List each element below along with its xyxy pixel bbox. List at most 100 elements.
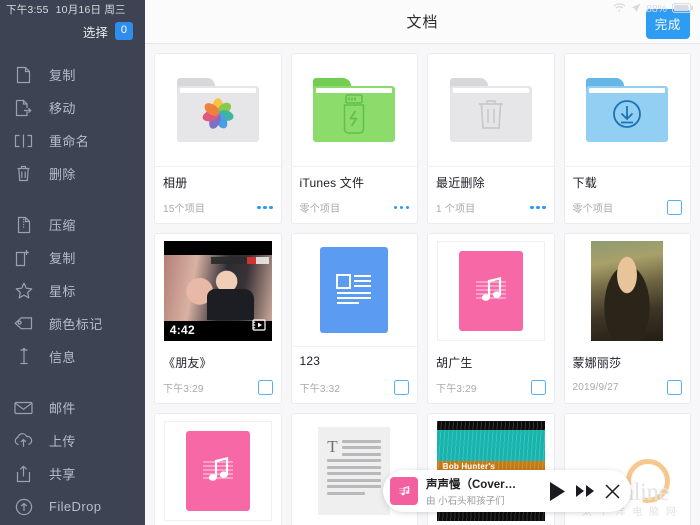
sidebar-item-move[interactable]: 移动 [0,91,145,124]
done-button[interactable]: 完成 [646,9,690,39]
menu-divider [0,190,145,208]
item-meta: 零个项目 [300,200,341,215]
item-checkbox[interactable] [667,200,682,215]
sidebar-item-delete[interactable]: 删除 [0,157,145,190]
sidebar-item-duplicate[interactable]: 复制 [0,241,145,274]
item-checkbox[interactable] [258,380,273,395]
item-name: iTunes 文件 [300,174,410,191]
more-options-icon[interactable] [394,206,410,210]
file-grid: 相册 15个项目 [145,44,700,525]
item-checkbox[interactable] [394,380,409,395]
download-arrow-icon [610,97,644,131]
mini-player[interactable]: 声声慢（Cover… 由 小石头和孩子们 [383,470,631,512]
sidebar-item-share[interactable]: 共享 [0,457,145,490]
select-row[interactable]: 选择 0 [0,18,145,44]
item-meta: 1 个项目 [436,200,475,215]
music-note-icon [459,251,523,331]
sidebar-item-info[interactable]: 信息 [0,340,145,373]
rename-brackets-icon [14,131,33,150]
item-name: 《朋友》 [163,354,273,371]
status-date: 10月16日 周三 [56,2,126,17]
card-thumbnail [428,54,554,167]
top-bar: 文档 完成 [145,0,700,44]
card-body: 最近删除 [428,167,554,199]
blue-document-icon [320,247,388,333]
sidebar-item-compress[interactable]: 压缩 [0,208,145,241]
item-checkbox[interactable] [667,380,682,395]
item-meta: 15个项目 [163,200,205,215]
sidebar-item-label: 上传 [49,431,76,450]
card-footer: 2019/9/27 [565,379,691,403]
sidebar-item-star[interactable]: 星标 [0,274,145,307]
envelope-icon [14,398,33,417]
star-icon [14,281,33,300]
card-body: 相册 [155,167,281,199]
text-T-glyph: T [327,440,337,454]
player-metadata: 声声慢（Cover… 由 小石头和孩子们 [426,476,540,507]
card-thumbnail [292,54,418,167]
item-meta: 下午3:29 [163,380,204,395]
more-options-icon[interactable] [257,206,273,210]
card-footer: 1 个项目 [428,199,554,223]
card-body: 《朋友》 [155,347,281,379]
sidebar-item-label: 颜色标记 [49,314,103,333]
sidebar-item-filedrop[interactable]: FileDrop [0,490,145,523]
item-name: 蒙娜丽莎 [573,354,683,371]
item-checkbox[interactable] [531,380,546,395]
share-icon [14,464,33,483]
sidebar-menu: 复制 移动 [0,58,145,523]
music-note-icon [186,431,250,511]
grid-item-photos[interactable]: 相册 15个项目 [154,53,282,224]
trash-icon [477,98,505,130]
grid-item-document[interactable]: 123 下午3:32 [291,233,419,404]
card-body: 123 [292,347,418,379]
card-footer: 15个项目 [155,199,281,223]
card-thumbnail [428,234,554,347]
menu-divider [0,373,145,391]
grid-item-audio-2[interactable] [154,413,282,525]
sidebar-item-rename[interactable]: 重命名 [0,124,145,157]
mona-lisa-image [591,241,663,341]
sidebar-item-mail[interactable]: 邮件 [0,391,145,424]
card-footer: 下午3:29 [428,379,554,403]
sidebar-item-label: 星标 [49,281,76,300]
app-root: 下午3:55 10月16日 周三 选择 0 复制 [0,0,700,525]
video-badge-icon [252,318,266,336]
sidebar-item-label: 共享 [49,464,76,483]
sidebar-group-organize: 压缩 复制 星标 [0,208,145,373]
photos-folder-icon [177,78,259,142]
more-options-icon[interactable] [530,206,546,210]
download-folder-icon [586,78,668,142]
sidebar-item-upload[interactable]: 上传 [0,424,145,457]
card-thumbnail [155,54,281,167]
grid-item-image[interactable]: 蒙娜丽莎 2019/9/27 [564,233,692,404]
play-icon[interactable] [548,481,567,502]
grid-item-downloads[interactable]: 下载 零个项目 [564,53,692,224]
card-thumbnail [565,54,691,167]
grid-item-itunes[interactable]: iTunes 文件 零个项目 [291,53,419,224]
sidebar-item-label: 信息 [49,347,76,366]
grid-item-video[interactable]: 4:42 《朋友》 下午3:29 [154,233,282,404]
sidebar-item-label: 复制 [49,65,76,84]
status-time: 下午3:55 [6,2,49,17]
close-icon[interactable] [604,483,621,500]
zip-file-icon [14,215,33,234]
item-meta: 下午3:29 [436,380,477,395]
card-body: iTunes 文件 [292,167,418,199]
fast-forward-icon[interactable] [575,484,596,498]
card-thumbnail: 4:42 [155,234,281,347]
photos-flower-icon [199,95,237,133]
sidebar: 下午3:55 10月16日 周三 选择 0 复制 [0,0,145,525]
duplicate-icon [14,248,33,267]
info-icon [14,347,33,366]
sidebar-item-copy[interactable]: 复制 [0,58,145,91]
sidebar-item-label: FileDrop [49,499,101,514]
card-footer: 零个项目 [565,199,691,223]
grid-item-audio[interactable]: 胡广生 下午3:29 [427,233,555,404]
item-name: 最近删除 [436,174,546,191]
sidebar-item-color-tag[interactable]: 颜色标记 [0,307,145,340]
sidebar-item-label: 重命名 [49,131,89,150]
select-label: 选择 [83,22,108,41]
grid-item-recently-deleted[interactable]: 最近删除 1 个项目 [427,53,555,224]
card-body: 下载 [565,167,691,199]
